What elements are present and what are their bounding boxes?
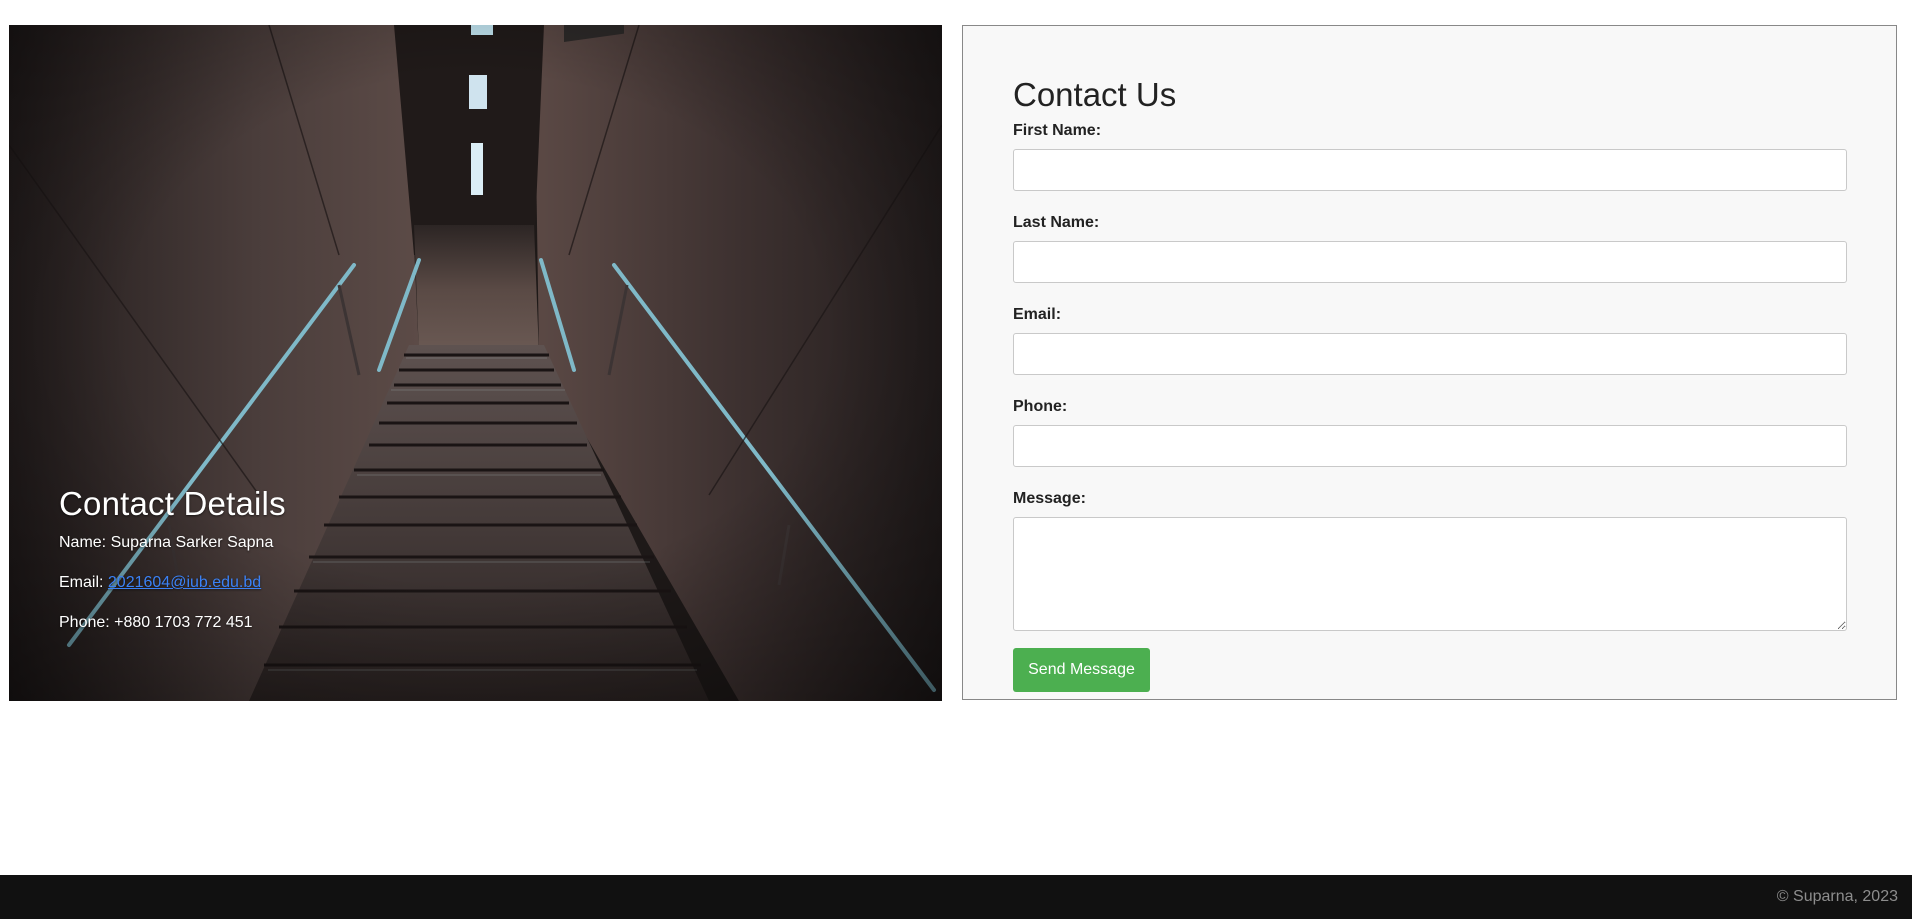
email-field[interactable] [1013,333,1847,375]
contact-form: First Name: Last Name: Email: Phone: Mes… [1013,122,1847,692]
contact-phone: Phone: +880 1703 772 451 [59,614,253,631]
contact-email: Email: 2021604@iub.edu.bd [59,573,286,593]
contact-details: Contact Details Name: Suparna Sarker Sap… [59,485,286,653]
phone-field[interactable] [1013,425,1847,467]
contact-form-title: Contact Us [1013,76,1177,113]
message-label: Message: [1013,490,1086,507]
contact-details-title: Contact Details [59,485,286,522]
last-name-label: Last Name: [1013,214,1100,231]
first-name-field[interactable] [1013,149,1847,191]
last-name-field[interactable] [1013,241,1847,283]
send-message-button[interactable]: Send Message [1013,648,1150,692]
contact-email-prefix: Email: [59,574,108,591]
contact-hero: Contact Details Name: Suparna Sarker Sap… [9,25,942,701]
first-name-label: First Name: [1013,122,1102,139]
footer: © Suparna, 2023 [0,875,1912,919]
contact-form-panel: Contact Us First Name: Last Name: Email:… [962,25,1897,700]
contact-email-link[interactable]: 2021604@iub.edu.bd [108,574,261,591]
contact-name: Name: Suparna Sarker Sapna [59,534,274,551]
email-label: Email: [1013,306,1062,323]
phone-label: Phone: [1013,398,1068,415]
message-field[interactable] [1013,517,1847,631]
footer-copyright: © Suparna, 2023 [1776,888,1898,905]
contact-page: Contact Details Name: Suparna Sarker Sap… [0,0,1912,919]
